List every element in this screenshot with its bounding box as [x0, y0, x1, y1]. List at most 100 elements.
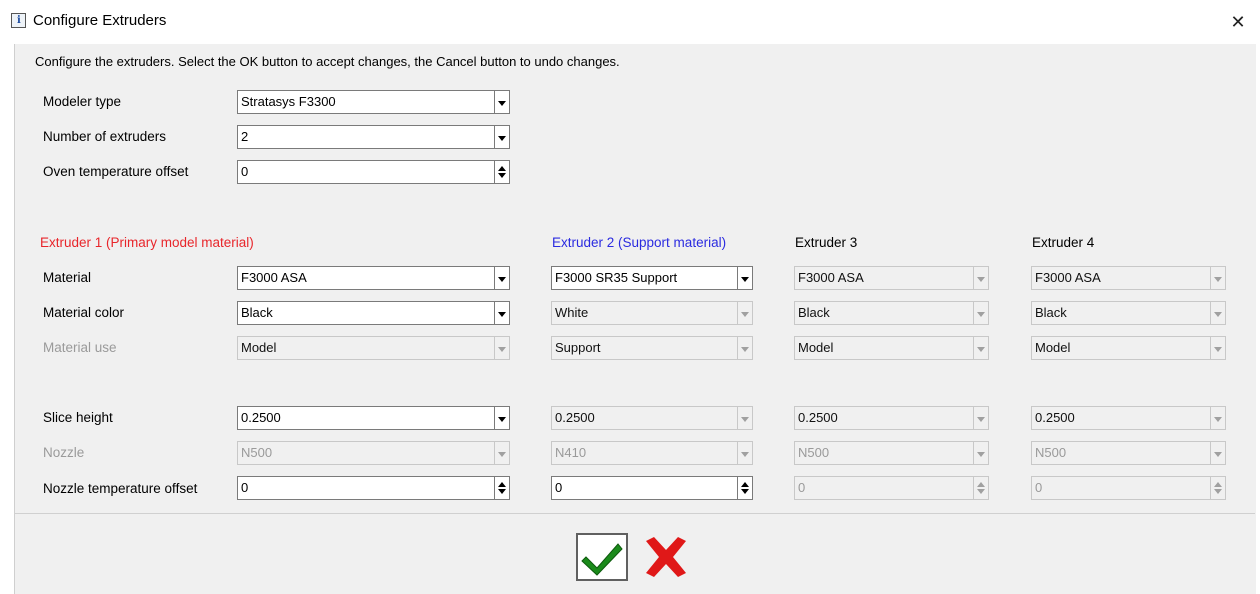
x-icon [646, 537, 686, 577]
extruder-1-nozzle-dropdown: N500 [237, 441, 510, 465]
dropdown-arrow-icon [973, 406, 989, 430]
extruder-2-slice-height-value: 0.2500 [555, 410, 595, 425]
num-extruders-label: Number of extruders [43, 129, 167, 144]
dropdown-arrow-icon[interactable] [737, 266, 753, 290]
dropdown-arrow-icon [737, 301, 753, 325]
extruder-2-nozzle-temp-spinner[interactable]: 0 [551, 476, 753, 500]
dropdown-arrow-icon [973, 301, 989, 325]
dropdown-arrow-icon[interactable] [494, 266, 510, 290]
spinner-arrows-icon[interactable] [737, 476, 753, 500]
extruder-4-nozzle-value: N500 [1035, 445, 1067, 460]
dropdown-arrow-icon [1210, 301, 1226, 325]
dropdown-arrow-icon [737, 406, 753, 430]
extruder-2-header: Extruder 2 (Support material) [552, 235, 727, 250]
extruder-3-nozzle-dropdown: N500 [794, 441, 989, 465]
extruder-3-color-dropdown: Black [794, 301, 989, 325]
window-title: Configure Extruders [33, 12, 167, 29]
material-use-label: Material use [43, 340, 117, 355]
extruder-3-slice-height-value: 0.2500 [798, 410, 838, 425]
extruder-3-use-dropdown: Model [794, 336, 989, 360]
extruder-1-header: Extruder 1 (Primary model material) [40, 235, 254, 250]
oven-offset-value: 0 [241, 164, 249, 179]
spinner-arrows-icon[interactable] [494, 476, 510, 500]
modeler-type-value: Stratasys F3300 [241, 94, 336, 109]
dropdown-arrow-icon [973, 441, 989, 465]
extruder-1-slice-height-dropdown[interactable]: 0.2500 [237, 406, 510, 430]
extruder-2-nozzle-temp-value: 0 [555, 480, 563, 495]
extruder-2-nozzle-dropdown: N410 [551, 441, 753, 465]
extruder-4-slice-height-dropdown: 0.2500 [1031, 406, 1226, 430]
extruder-1-nozzle-temp-spinner[interactable]: 0 [237, 476, 510, 500]
material-label: Material [43, 270, 92, 285]
extruder-3-header: Extruder 3 [795, 235, 858, 250]
extruder-4-use-value: Model [1035, 340, 1071, 355]
extruder-4-nozzle-temp-value: 0 [1035, 480, 1043, 495]
oven-offset-spinner[interactable]: 0 [237, 160, 510, 184]
dropdown-arrow-icon [1210, 406, 1226, 430]
dropdown-arrow-icon [973, 266, 989, 290]
extruder-3-nozzle-temp-value: 0 [798, 480, 806, 495]
num-extruders-value: 2 [241, 129, 249, 144]
extruder-1-color-dropdown[interactable]: Black [237, 301, 510, 325]
nozzle-label: Nozzle [43, 445, 85, 460]
extruder-4-material-dropdown: F3000 ASA [1031, 266, 1226, 290]
close-button[interactable]: ✕ [1224, 8, 1252, 36]
ok-button[interactable] [576, 533, 628, 581]
cancel-button[interactable] [640, 533, 692, 581]
extruder-1-slice-height-value: 0.2500 [241, 410, 281, 425]
extruder-1-use-dropdown: Model [237, 336, 510, 360]
oven-offset-label: Oven temperature offset [43, 164, 189, 179]
modeler-type-label: Modeler type [43, 94, 122, 109]
extruder-2-nozzle-value: N410 [555, 445, 587, 460]
slice-height-label: Slice height [43, 410, 113, 425]
extruder-4-nozzle-dropdown: N500 [1031, 441, 1226, 465]
dropdown-arrow-icon [1210, 336, 1226, 360]
nozzle-temp-offset-label: Nozzle temperature offset [43, 481, 198, 496]
extruder-3-nozzle-temp-spinner: 0 [794, 476, 989, 500]
extruder-1-color-value: Black [241, 305, 273, 320]
spinner-arrows-icon [1210, 476, 1226, 500]
material-color-label: Material color [43, 305, 125, 320]
dropdown-arrow-icon[interactable] [494, 301, 510, 325]
extruder-3-slice-height-dropdown: 0.2500 [794, 406, 989, 430]
extruder-2-slice-height-dropdown: 0.2500 [551, 406, 753, 430]
instruction-text: Configure the extruders. Select the OK b… [35, 54, 620, 69]
dropdown-arrow-icon [737, 336, 753, 360]
extruder-3-material-dropdown: F3000 ASA [794, 266, 989, 290]
extruder-3-material-value: F3000 ASA [798, 270, 864, 285]
title-bar: i Configure Extruders ✕ [0, 0, 1260, 44]
dropdown-arrow-icon [1210, 266, 1226, 290]
dropdown-arrow-icon[interactable] [494, 125, 510, 149]
spinner-arrows-icon[interactable] [494, 160, 510, 184]
extruder-1-use-value: Model [241, 340, 277, 355]
extruder-1-nozzle-value: N500 [241, 445, 273, 460]
extruder-2-material-dropdown[interactable]: F3000 SR35 Support [551, 266, 753, 290]
dropdown-arrow-icon [737, 441, 753, 465]
footer-divider [14, 513, 1255, 514]
extruder-3-use-value: Model [798, 340, 834, 355]
extruder-1-material-dropdown[interactable]: F3000 ASA [237, 266, 510, 290]
dropdown-arrow-icon[interactable] [494, 90, 510, 114]
extruder-2-color-dropdown: White [551, 301, 753, 325]
dropdown-arrow-icon [494, 441, 510, 465]
extruder-4-nozzle-temp-spinner: 0 [1031, 476, 1226, 500]
extruder-4-header: Extruder 4 [1032, 235, 1095, 250]
extruder-4-slice-height-value: 0.2500 [1035, 410, 1075, 425]
num-extruders-dropdown[interactable]: 2 [237, 125, 510, 149]
dropdown-arrow-icon [1210, 441, 1226, 465]
extruder-3-color-value: Black [798, 305, 830, 320]
spinner-arrows-icon [973, 476, 989, 500]
extruder-3-nozzle-value: N500 [798, 445, 830, 460]
extruder-1-material-value: F3000 ASA [241, 270, 307, 285]
dropdown-arrow-icon[interactable] [494, 406, 510, 430]
dropdown-arrow-icon [494, 336, 510, 360]
extruder-4-use-dropdown: Model [1031, 336, 1226, 360]
extruder-4-material-value: F3000 ASA [1035, 270, 1101, 285]
modeler-type-dropdown[interactable]: Stratasys F3300 [237, 90, 510, 114]
extruder-4-color-dropdown: Black [1031, 301, 1226, 325]
extruder-1-nozzle-temp-value: 0 [241, 480, 249, 495]
info-icon: i [11, 13, 26, 28]
dropdown-arrow-icon [973, 336, 989, 360]
extruder-2-use-value: Support [555, 340, 601, 355]
extruder-2-color-value: White [555, 305, 589, 320]
